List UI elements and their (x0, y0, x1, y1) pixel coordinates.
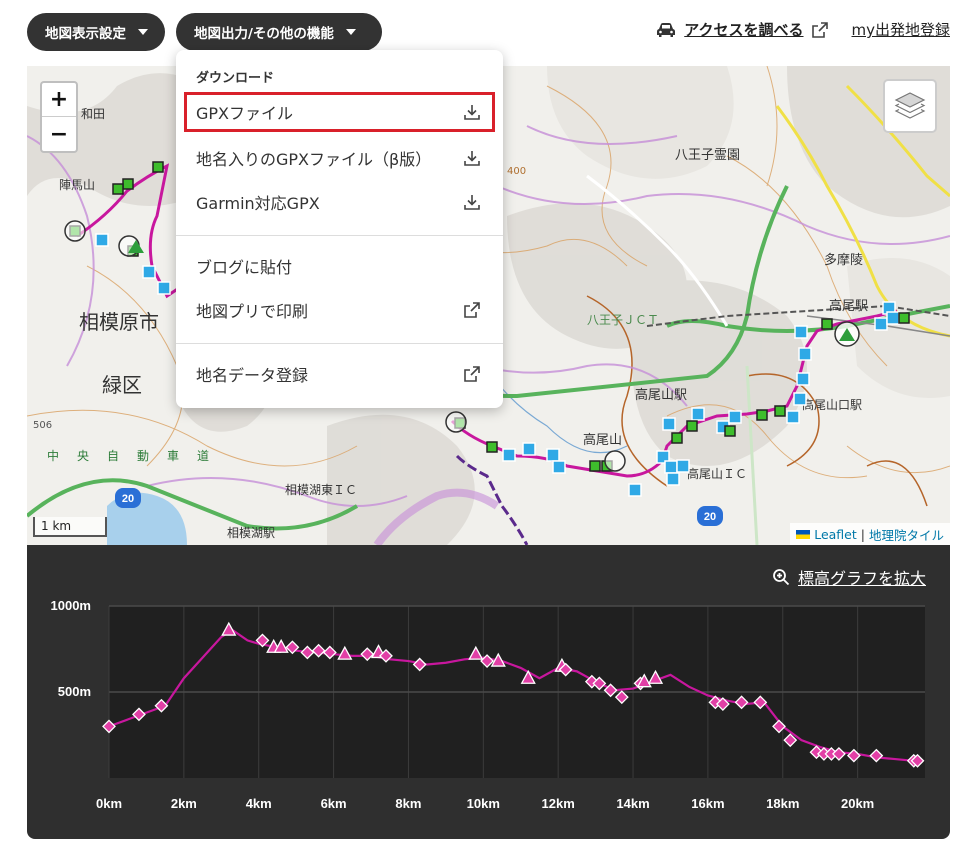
menu-divider (176, 235, 503, 236)
map-label: 20 (704, 511, 716, 523)
ukraine-flag-icon (796, 529, 811, 539)
download-icon (464, 195, 480, 210)
x-tick-label: 10km (467, 796, 500, 811)
menu-item-gpx-file[interactable]: GPXファイル (184, 92, 495, 132)
map-label: 陣馬山 (59, 178, 95, 192)
menu-item-garmin-gpx[interactable]: Garmin対応GPX (184, 182, 495, 222)
y-tick-label: 1000m (51, 598, 91, 613)
download-icon (464, 151, 480, 166)
menu-item-label: 地図プリで印刷 (196, 302, 309, 321)
menu-item-print[interactable]: 地図プリで印刷 (184, 290, 495, 330)
map-label: 高尾山 (583, 432, 622, 448)
gsi-tiles-link[interactable]: 地理院タイル (869, 525, 944, 544)
menu-item-label: 地名データ登録 (196, 366, 309, 385)
map-label: 400 (507, 166, 526, 177)
zoom-in-button[interactable]: + (42, 83, 76, 117)
caret-down-icon (345, 29, 356, 35)
download-icon (464, 105, 480, 120)
scale-bar: 1 km (33, 517, 107, 537)
leaflet-link[interactable]: Leaflet (814, 527, 857, 542)
menu-item-place-data[interactable]: 地名データ登録 (184, 354, 495, 394)
map-label: 緑区 (102, 373, 142, 397)
map-label: 相模原市 (79, 310, 159, 334)
y-tick-label: 500m (58, 684, 91, 699)
elevation-profile-panel: 標高グラフを拡大 0km 2km 4km 6km 8km 10km 12km 14km 16km… (27, 545, 950, 839)
menu-item-label: ブログに貼付 (196, 258, 293, 277)
x-tick-label: 16km (691, 796, 724, 811)
menu-item-blog-embed[interactable]: ブログに貼付 (184, 246, 495, 286)
map-label: 高尾駅 (829, 298, 868, 314)
map-output-label: 地図出力/その他の機能 (194, 26, 334, 42)
caret-down-icon (138, 29, 148, 35)
external-link-icon (464, 302, 480, 318)
map-label: 高尾山口駅 (802, 397, 862, 412)
zoom-control: + − (40, 81, 78, 153)
map-output-button[interactable]: 地図出力/その他の機能 (176, 13, 382, 51)
layers-button[interactable] (883, 79, 937, 133)
x-tick-label: 0km (96, 796, 122, 811)
layers-icon (894, 92, 926, 119)
map-label: 高尾山駅 (635, 387, 687, 403)
map-label: 相模湖東ＩＣ (285, 482, 357, 497)
output-dropdown-menu: ダウンロード GPXファイル 地名入りのGPXファイル（β版） Garmin対応… (176, 50, 503, 408)
x-tick-label: 2km (171, 796, 197, 811)
map-label: 八王子ＪＣＴ (587, 313, 659, 327)
x-tick-label: 8km (395, 796, 421, 811)
map-label: 20 (122, 493, 134, 505)
menu-item-gpx-with-names[interactable]: 地名入りのGPXファイル（β版） (184, 138, 495, 178)
map-settings-label: 地図表示設定 (45, 26, 126, 42)
dropdown-heading: ダウンロード (196, 71, 275, 86)
x-tick-label: 4km (246, 796, 272, 811)
x-tick-label: 14km (616, 796, 649, 811)
menu-item-label: 地名入りのGPXファイル（β版） (196, 150, 432, 169)
access-label: アクセスを調べる (684, 21, 804, 39)
map-label: 和田 (81, 107, 105, 121)
map-settings-button[interactable]: 地図表示設定 (27, 13, 165, 51)
map-label: 相模湖駅 (227, 525, 275, 540)
car-icon (657, 22, 676, 37)
my-start-link[interactable]: my出発地登録 (852, 19, 951, 40)
external-link-icon (464, 366, 480, 382)
attribution-separator: | (860, 526, 865, 542)
elevation-chart[interactable]: 0km 2km 4km 6km 8km 10km 12km 14km 16km 18km 20km 1… (27, 545, 950, 839)
map-label: 高尾山ＩＣ (687, 466, 747, 481)
menu-item-label: GPXファイル (196, 104, 294, 123)
top-links: アクセスを調べる my出発地登録 (656, 19, 950, 40)
map-label: 多摩陵 (824, 252, 863, 268)
map-label: 中央自動車道 (47, 448, 227, 463)
access-link[interactable]: アクセスを調べる (656, 19, 828, 40)
zoom-out-button[interactable]: − (42, 117, 76, 151)
map-label: 506 (33, 420, 52, 431)
external-link-icon (811, 21, 828, 38)
x-tick-label: 6km (321, 796, 347, 811)
x-tick-label: 20km (841, 796, 874, 811)
map-attribution: Leaflet | 地理院タイル (790, 523, 950, 545)
menu-divider (176, 343, 503, 344)
menu-item-label: Garmin対応GPX (196, 194, 320, 213)
map-label: 八王子霊園 (675, 148, 740, 163)
x-tick-label: 12km (542, 796, 575, 811)
x-tick-label: 18km (766, 796, 799, 811)
